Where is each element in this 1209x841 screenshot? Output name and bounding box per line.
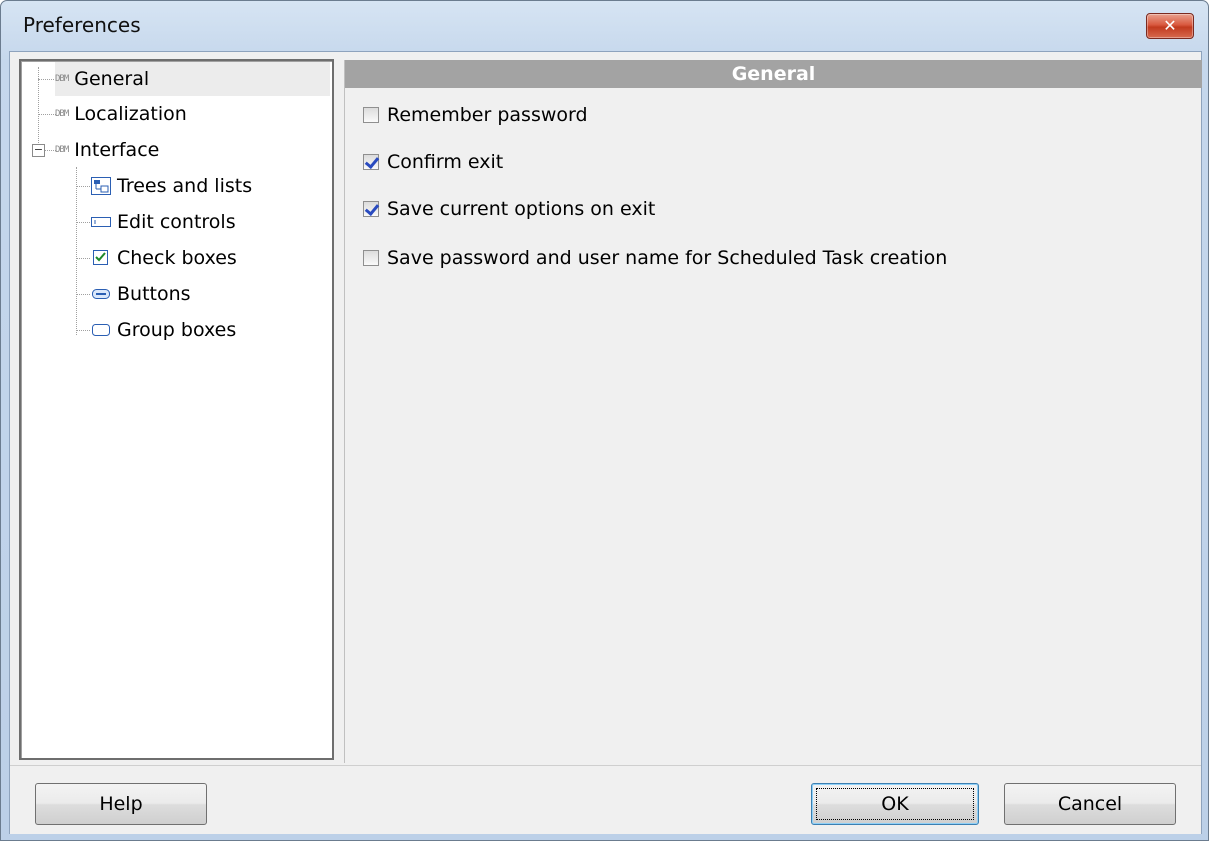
collapse-toggle-icon[interactable]: −: [32, 144, 45, 157]
tree-item-buttons[interactable]: Buttons: [91, 277, 191, 311]
tree-item-label: Edit controls: [117, 211, 236, 233]
tree-connector: [38, 67, 39, 155]
tree-item-general[interactable]: DBM General: [55, 62, 330, 96]
option-label: Save current options on exit: [387, 198, 656, 220]
option-label: Save password and user name for Schedule…: [387, 247, 948, 269]
tree-item-group-boxes[interactable]: Group boxes: [91, 313, 236, 347]
tree-connector: [76, 222, 90, 223]
cancel-button[interactable]: Cancel: [1004, 783, 1176, 825]
save-credentials-checkbox[interactable]: [363, 250, 379, 266]
db-icon: DBM: [55, 74, 69, 84]
remember-password-checkbox[interactable]: [363, 107, 379, 123]
button-bar: Help OK Cancel: [10, 765, 1201, 834]
category-tree[interactable]: DBM General DBM Localization − DBM Inter…: [19, 59, 334, 760]
ok-button[interactable]: OK: [811, 783, 979, 825]
tree-item-label: Buttons: [117, 283, 191, 305]
tree-item-label: Interface: [74, 139, 160, 161]
tree-item-label: Trees and lists: [117, 175, 253, 197]
preferences-window: Preferences ✕ DBM General DBM Localizati…: [0, 0, 1209, 841]
option-label: Confirm exit: [387, 151, 504, 173]
tree-item-trees-and-lists[interactable]: Trees and lists: [91, 169, 252, 203]
checkbox-icon: [91, 249, 111, 267]
window-title: Preferences: [23, 13, 141, 37]
tree-item-interface[interactable]: DBM Interface: [55, 133, 159, 167]
options-panel: General Remember password Confirm exit S…: [344, 60, 1202, 763]
db-icon: DBM: [55, 109, 69, 119]
tree-item-localization[interactable]: DBM Localization: [55, 97, 187, 131]
save-credentials-option[interactable]: Save password and user name for Schedule…: [363, 244, 947, 272]
title-bar[interactable]: Preferences ✕: [1, 1, 1208, 51]
edit-control-icon: [91, 213, 111, 231]
dialog-client: DBM General DBM Localization − DBM Inter…: [9, 51, 1202, 834]
tree-view-icon: [91, 177, 111, 195]
close-icon: ✕: [1163, 16, 1177, 35]
confirm-exit-checkbox[interactable]: [363, 154, 379, 170]
help-button[interactable]: Help: [35, 783, 207, 825]
group-box-icon: [91, 321, 111, 339]
tree-connector: [38, 114, 56, 115]
db-icon: DBM: [55, 145, 69, 155]
tree-item-label: General: [74, 68, 150, 90]
tree-item-edit-controls[interactable]: Edit controls: [91, 205, 236, 239]
tree-connector: [76, 294, 90, 295]
tree-item-check-boxes[interactable]: Check boxes: [91, 241, 237, 275]
save-options-on-exit-option[interactable]: Save current options on exit: [363, 195, 655, 223]
tree-item-label: Check boxes: [117, 247, 237, 269]
remember-password-option[interactable]: Remember password: [363, 101, 588, 129]
tree-item-label: Localization: [74, 103, 187, 125]
tree-item-label: Group boxes: [117, 319, 237, 341]
tree-connector: [76, 186, 90, 187]
tree-connector: [76, 167, 77, 335]
panel-header: General: [345, 60, 1202, 88]
focus-ring: [816, 788, 974, 820]
option-label: Remember password: [387, 104, 588, 126]
button-icon: [91, 285, 111, 303]
tree-connector: [76, 330, 90, 331]
close-button[interactable]: ✕: [1146, 13, 1194, 39]
tree-connector: [38, 79, 56, 80]
confirm-exit-option[interactable]: Confirm exit: [363, 148, 503, 176]
save-options-on-exit-checkbox[interactable]: [363, 201, 379, 217]
tree-connector: [76, 258, 90, 259]
